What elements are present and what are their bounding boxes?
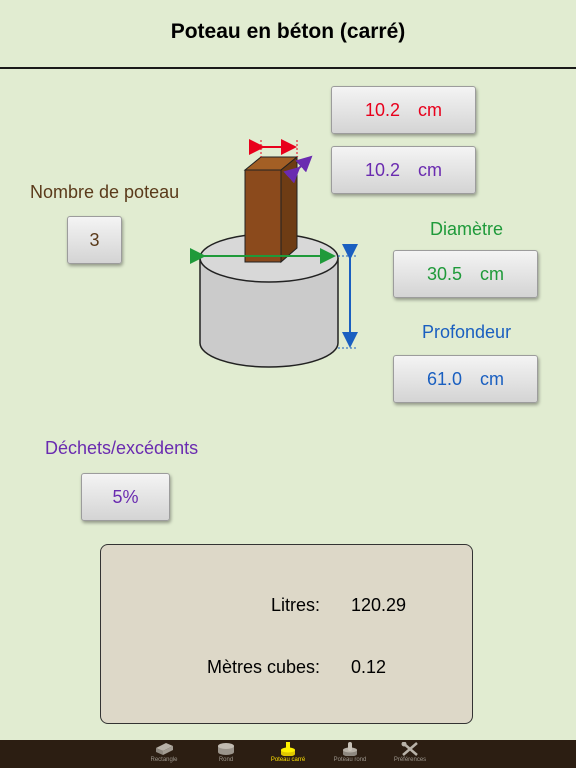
tab-bar: Rectangle Rond Poteau carré Poteau rond … (0, 740, 576, 768)
profondeur-value: 61.0 (426, 368, 463, 389)
waste-value: 5% (112, 486, 139, 507)
post-depth-arrow (283, 155, 313, 184)
tab-rond[interactable]: Rond (196, 740, 256, 768)
round-post-icon (343, 742, 357, 756)
post-depth-unit: cm (418, 159, 443, 180)
waste-field[interactable]: 5% (81, 473, 170, 521)
cubic-meters-value: 0.12 (351, 657, 387, 677)
cubic-meters-label: Mètres cubes: (206, 657, 320, 677)
tab-preferences[interactable]: Préférences (380, 740, 440, 768)
cylinder-icon (218, 743, 234, 755)
litres-value: 120.29 (351, 595, 407, 615)
profondeur-label: Profondeur (422, 322, 512, 342)
diameter-label: Diamètre (430, 219, 504, 239)
tab-label: Préférences (393, 757, 427, 763)
tools-icon (401, 742, 418, 756)
diameter-unit: cm (480, 263, 505, 284)
tab-poteau-carre[interactable]: Poteau carré (258, 740, 318, 768)
litres-label: Litres: (270, 595, 320, 615)
tab-label: Rectangle (150, 757, 178, 763)
post-width-value: 10.2 (364, 99, 401, 120)
post-depth-value: 10.2 (364, 159, 401, 180)
post-width-field[interactable]: 10.2 cm (331, 86, 476, 134)
tab-poteau-rond[interactable]: Poteau rond (320, 740, 380, 768)
diameter-field[interactable]: 30.5 cm (393, 250, 538, 298)
post-width-unit: cm (418, 99, 443, 120)
title-divider (0, 67, 576, 69)
tab-rectangle[interactable]: Rectangle (134, 740, 194, 768)
waste-label: Déchets/excédents (45, 438, 199, 458)
wooden-post (243, 155, 299, 264)
post-count-label: Nombre de poteau (30, 182, 180, 202)
post-count-field[interactable]: 3 (67, 216, 122, 264)
tab-label: Poteau rond (333, 757, 367, 763)
square-post-icon (281, 742, 295, 756)
profondeur-field[interactable]: 61.0 cm (393, 355, 538, 403)
results-panel: Litres: 120.29 Mètres cubes: 0.12 (100, 544, 473, 724)
tab-label: Poteau carré (270, 757, 306, 763)
page-title: Poteau en béton (carré) (170, 20, 406, 43)
tab-label: Rond (218, 757, 234, 763)
diameter-value: 30.5 (426, 263, 463, 284)
slab-icon (156, 743, 173, 755)
post-hole-diagram (190, 139, 358, 368)
profondeur-unit: cm (480, 368, 505, 389)
post-count-value: 3 (89, 229, 100, 250)
